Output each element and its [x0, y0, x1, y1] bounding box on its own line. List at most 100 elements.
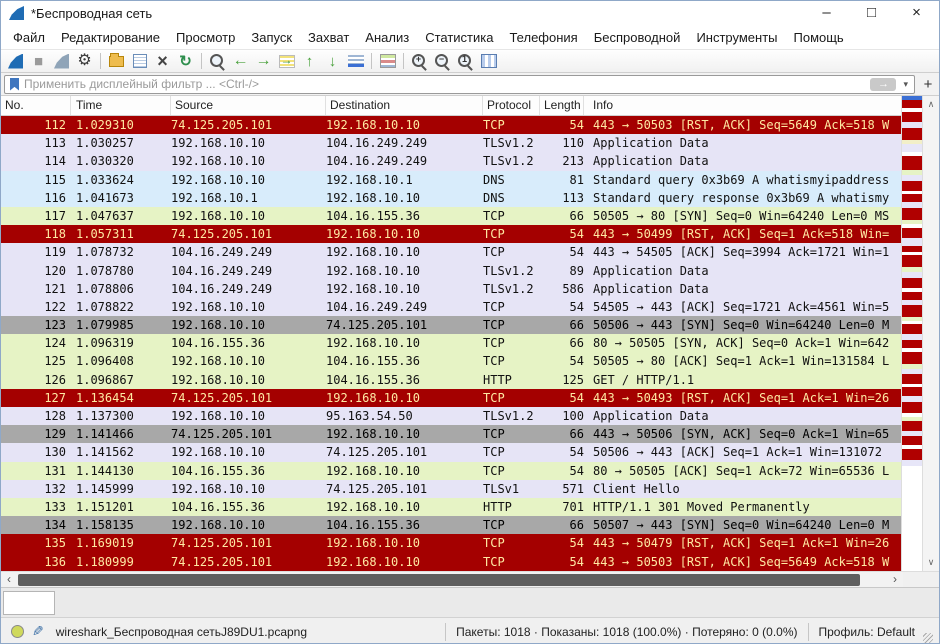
menu-item-tools[interactable]: Инструменты: [688, 28, 785, 47]
packet-detail-pane-sliver[interactable]: [3, 591, 55, 615]
packet-row-115[interactable]: 1151.033624192.168.10.10192.168.10.1DNS8…: [1, 171, 903, 189]
column-header-protocol[interactable]: Protocol: [483, 96, 540, 115]
zoom-100-label: 1: [460, 55, 469, 64]
intelligent-scrollbar-minimap[interactable]: [901, 96, 922, 571]
capture-restart-button[interactable]: [50, 50, 73, 72]
scroll-down-arrow[interactable]: ∨: [928, 554, 935, 571]
capture-stop-button[interactable]: ■: [27, 50, 50, 72]
menu-item-go[interactable]: Запуск: [243, 28, 300, 47]
find-packet-button[interactable]: [206, 50, 229, 72]
packet-row-118[interactable]: 1181.05731174.125.205.101192.168.10.10TC…: [1, 225, 903, 243]
packet-row-124[interactable]: 1241.096319104.16.155.36192.168.10.10TCP…: [1, 334, 903, 352]
resize-grip[interactable]: [923, 633, 933, 643]
packet-row-122[interactable]: 1221.078822192.168.10.10104.16.249.249TC…: [1, 298, 903, 316]
go-to-packet-button[interactable]: [275, 50, 298, 72]
minimap-stripe: [902, 238, 922, 246]
packet-row-123[interactable]: 1231.079985192.168.10.1074.125.205.101TC…: [1, 316, 903, 334]
menu-item-edit[interactable]: Редактирование: [53, 28, 168, 47]
packet-row-126[interactable]: 1261.096867192.168.10.10104.16.155.36HTT…: [1, 371, 903, 389]
reload-file-icon: ↻: [179, 54, 192, 69]
wireshark-window: *Беспроводная сеть – □ × ФайлРедактирова…: [0, 0, 940, 644]
cell-time: 1.136454: [71, 389, 171, 407]
packet-row-125[interactable]: 1251.096408192.168.10.10104.16.155.36TCP…: [1, 352, 903, 370]
auto-scroll-button[interactable]: [344, 50, 367, 72]
capture-start-button[interactable]: [4, 50, 27, 72]
minimap-stripe: [902, 208, 922, 220]
cell-dest: 192.168.10.10: [326, 553, 483, 571]
packet-row-130[interactable]: 1301.141562192.168.10.1074.125.205.101TC…: [1, 443, 903, 461]
cell-protocol: TLSv1.2: [483, 407, 540, 425]
packet-row-129[interactable]: 1291.14146674.125.205.101192.168.10.10TC…: [1, 425, 903, 443]
capture-comment-icon[interactable]: ✎: [32, 623, 44, 640]
vertical-scrollbar[interactable]: ∧ ∨: [922, 96, 939, 571]
menu-item-help[interactable]: Помощь: [786, 28, 852, 47]
packet-row-134[interactable]: 1341.158135192.168.10.10104.16.155.36TCP…: [1, 516, 903, 534]
zoom-out-button[interactable]: −: [431, 50, 454, 72]
menu-item-telephony[interactable]: Телефония: [501, 28, 585, 47]
zoom-in-button[interactable]: +: [408, 50, 431, 72]
apply-filter-button[interactable]: →: [870, 78, 896, 91]
profile-indicator[interactable]: Профиль: Default: [809, 623, 924, 641]
packet-row-116[interactable]: 1161.041673192.168.10.1192.168.10.10DNS1…: [1, 189, 903, 207]
close-button[interactable]: ×: [894, 1, 939, 25]
expert-info-icon[interactable]: [11, 625, 24, 638]
save-file-button[interactable]: [128, 50, 151, 72]
horizontal-scrollbar[interactable]: ‹ ›: [1, 571, 903, 587]
packet-row-114[interactable]: 1141.030320192.168.10.10104.16.249.249TL…: [1, 152, 903, 170]
menu-item-file[interactable]: Файл: [5, 28, 53, 47]
cell-no: 115: [1, 171, 71, 189]
add-filter-button[interactable]: +: [920, 76, 936, 93]
column-header-dest[interactable]: Destination: [326, 96, 483, 115]
packet-row-127[interactable]: 1271.13645474.125.205.101192.168.10.10TC…: [1, 389, 903, 407]
go-back-button[interactable]: ←: [229, 50, 252, 72]
packet-row-120[interactable]: 1201.078780104.16.249.249192.168.10.10TL…: [1, 262, 903, 280]
go-forward-button[interactable]: →: [252, 50, 275, 72]
packet-row-131[interactable]: 1311.144130104.16.155.36192.168.10.10TCP…: [1, 462, 903, 480]
packet-row-117[interactable]: 1171.047637192.168.10.10104.16.155.36TCP…: [1, 207, 903, 225]
packet-row-135[interactable]: 1351.16901974.125.205.101192.168.10.10TC…: [1, 534, 903, 552]
packet-row-136[interactable]: 1361.18099974.125.205.101192.168.10.10TC…: [1, 553, 903, 571]
scroll-up-arrow[interactable]: ∧: [928, 96, 935, 113]
scroll-left-arrow[interactable]: ‹: [1, 572, 17, 587]
cell-no: 123: [1, 316, 71, 334]
zoom-100-button[interactable]: 1: [454, 50, 477, 72]
reload-file-button[interactable]: ↻: [174, 50, 197, 72]
column-header-no[interactable]: No.: [1, 96, 71, 115]
menu-item-statistics[interactable]: Статистика: [417, 28, 501, 47]
colorize-packets-button[interactable]: [376, 50, 399, 72]
cell-protocol: DNS: [483, 171, 540, 189]
packet-row-128[interactable]: 1281.137300192.168.10.1095.163.54.50TLSv…: [1, 407, 903, 425]
capture-options-button[interactable]: ⚙: [73, 50, 96, 72]
minimap-stripe: [902, 460, 922, 466]
maximize-button[interactable]: □: [849, 1, 894, 25]
column-header-time[interactable]: Time: [71, 96, 171, 115]
cell-protocol: TCP: [483, 553, 540, 571]
column-header-length[interactable]: Length: [540, 96, 584, 115]
packet-row-121[interactable]: 1211.078806104.16.249.249192.168.10.10TL…: [1, 280, 903, 298]
packet-row-113[interactable]: 1131.030257192.168.10.10104.16.249.249TL…: [1, 134, 903, 152]
packet-row-133[interactable]: 1331.151201104.16.155.36192.168.10.10HTT…: [1, 498, 903, 516]
menu-item-analyze[interactable]: Анализ: [357, 28, 417, 47]
close-file-button[interactable]: ×: [151, 50, 174, 72]
menu-item-wireless[interactable]: Беспроводной: [586, 28, 689, 47]
packet-row-119[interactable]: 1191.078732104.16.249.249192.168.10.10TC…: [1, 243, 903, 261]
column-header-info[interactable]: Info: [584, 96, 903, 115]
column-header-source[interactable]: Source: [171, 96, 326, 115]
cell-source: 74.125.205.101: [171, 553, 326, 571]
menu-item-capture[interactable]: Захват: [300, 28, 357, 47]
open-file-button[interactable]: [105, 50, 128, 72]
packet-row-112[interactable]: 1121.02931074.125.205.101192.168.10.10TC…: [1, 116, 903, 134]
filter-dropdown-caret[interactable]: ▾: [900, 79, 911, 90]
minimize-button[interactable]: –: [804, 1, 849, 25]
go-first-packet-button[interactable]: ↑: [298, 50, 321, 72]
scroll-right-arrow[interactable]: ›: [887, 572, 903, 587]
resize-columns-button[interactable]: [477, 50, 500, 72]
horizontal-scroll-thumb[interactable]: [18, 574, 860, 586]
go-last-packet-button[interactable]: ↓: [321, 50, 344, 72]
cell-dest: 192.168.10.1: [326, 171, 483, 189]
packet-row-132[interactable]: 1321.145999192.168.10.1074.125.205.101TL…: [1, 480, 903, 498]
filter-bookmark-icon[interactable]: [10, 78, 19, 91]
cell-source: 104.16.155.36: [171, 334, 326, 352]
menu-item-view[interactable]: Просмотр: [168, 28, 243, 47]
display-filter-input[interactable]: [24, 77, 870, 92]
